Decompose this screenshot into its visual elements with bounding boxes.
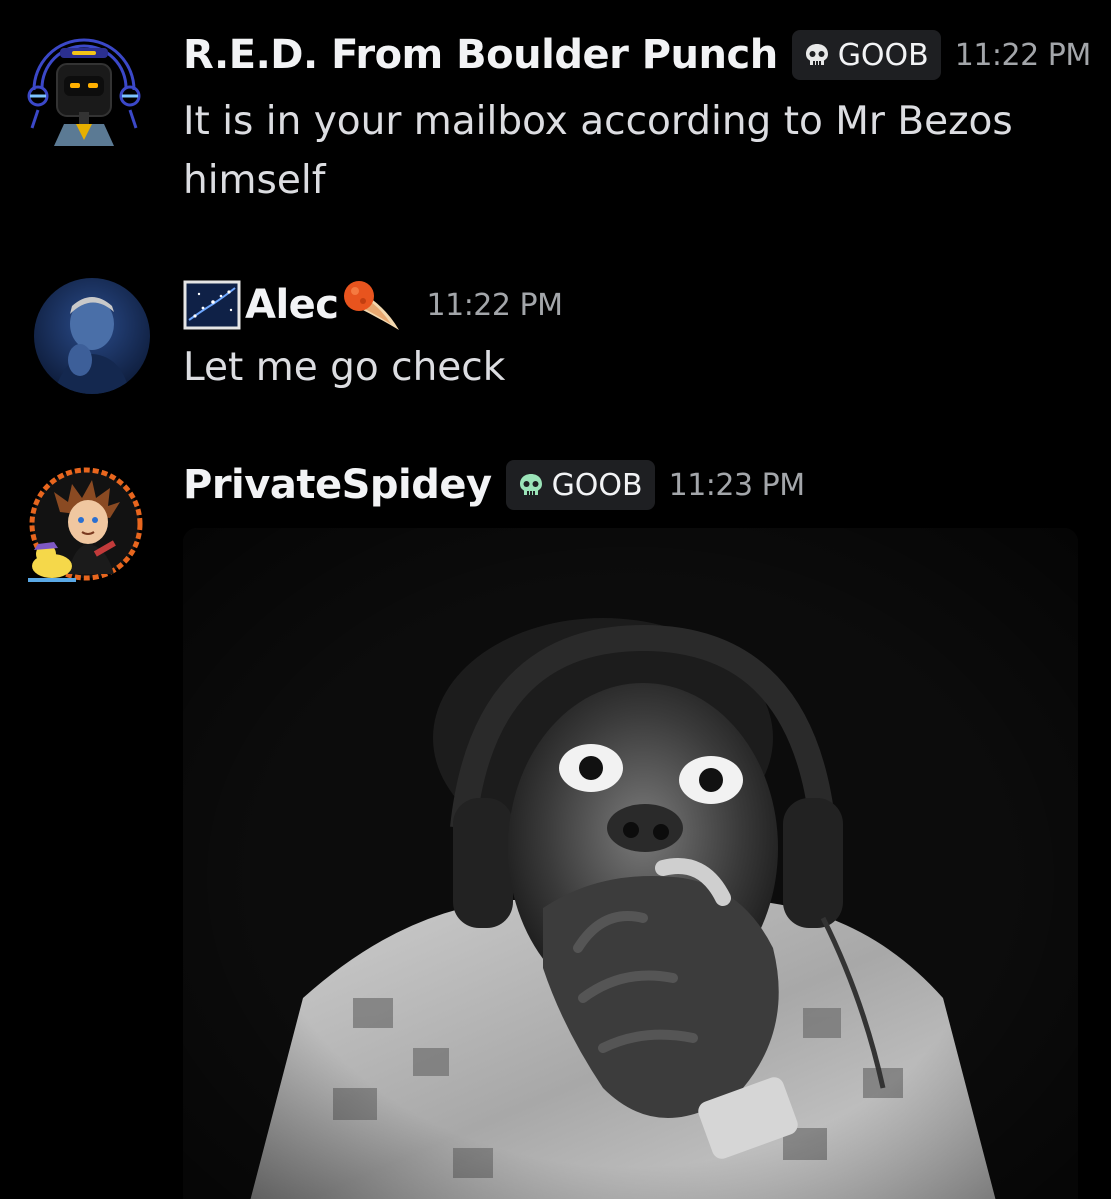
message-header: Alec 11:22 PM [183, 276, 563, 334]
skull-icon [516, 470, 546, 500]
reaction-image [183, 528, 1078, 1199]
message-text: It is in your mailbox according to Mr Be… [183, 99, 1013, 203]
timestamp: 11:22 PM [426, 287, 563, 323]
skull-icon [802, 40, 832, 70]
avatar-privatespidey[interactable] [24, 462, 144, 582]
message-text: Let me go check [183, 345, 506, 390]
avatar-alec[interactable] [34, 278, 150, 394]
message-header: R.E.D. From Boulder Punch GOOB 11:22 PM [183, 30, 1091, 80]
guild-tag-label: GOOB [551, 467, 643, 503]
timestamp: 11:22 PM [954, 37, 1091, 73]
guild-tag[interactable]: GOOB [505, 460, 655, 510]
gif-attachment[interactable] [183, 528, 1078, 1199]
guild-tag-label: GOOB [837, 37, 929, 73]
starry-night-icon [183, 280, 241, 330]
avatar-red[interactable] [24, 28, 144, 148]
message-header: PrivateSpidey GOOB 11:23 PM [183, 460, 805, 510]
guild-tag[interactable]: GOOB [791, 30, 941, 80]
chat-message-list: R.E.D. From Boulder Punch GOOB 11:22 PM … [0, 0, 1111, 1199]
username[interactable]: R.E.D. From Boulder Punch [183, 32, 778, 78]
username[interactable]: Alec [245, 282, 339, 328]
timestamp: 11:23 PM [668, 467, 805, 503]
comet-icon [341, 276, 403, 334]
username[interactable]: PrivateSpidey [183, 462, 492, 508]
